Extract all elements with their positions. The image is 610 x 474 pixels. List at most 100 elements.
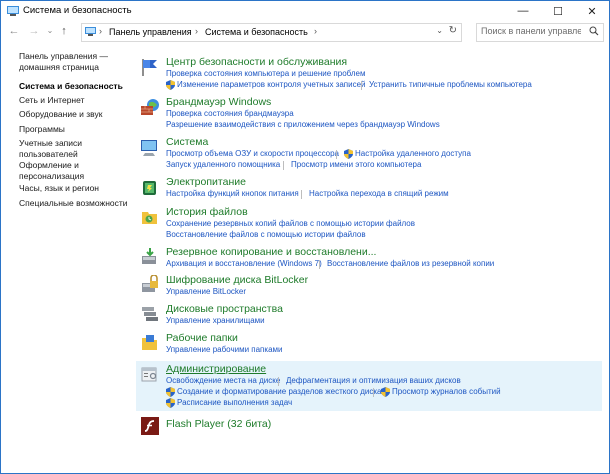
link-remote-access[interactable]: Настройка удаленного доступа [355,149,471,159]
nav-hardware-sound[interactable]: Оборудование и звук [19,109,102,120]
category-title[interactable]: Администрирование [166,363,266,375]
link-remote-assistance[interactable]: Запуск удаленного помощника [166,160,280,170]
power-icon [140,177,160,197]
category-administrative-tools[interactable]: Администрирование Освобождение места на … [136,361,602,411]
link-divider [373,388,374,397]
backup-icon [140,247,160,267]
link-divider [283,161,284,170]
link-file-restore[interactable]: Восстановление файлов с помощью истории … [166,230,366,240]
uac-shield-icon [166,387,175,397]
computer-icon [140,137,160,157]
link-allow-app[interactable]: Разрешение взаимодействия с приложением … [166,120,440,130]
control-panel-window: Система и безопасность — ☐ ✕ ← → ⌄ ↑ › П… [0,0,610,474]
category-power-options: Электропитание Настройка функций кнопок … [136,175,602,199]
link-manage-bitlocker[interactable]: Управление BitLocker [166,287,246,297]
title-bar: Система и безопасность — ☐ ✕ [1,1,609,21]
link-divider [361,81,362,90]
link-backup-win7[interactable]: Архивация и восстановление (Windows 7) [166,259,322,269]
work-folders-icon [140,333,160,353]
breadcrumb-control-panel[interactable]: Панель управления [109,27,192,37]
nav-appearance[interactable]: персонализация [19,171,84,182]
category-title[interactable]: Система [166,136,208,148]
uac-shield-icon [381,387,390,397]
link-manage-storage[interactable]: Управление хранилищами [166,316,265,326]
close-button[interactable]: ✕ [575,1,609,21]
category-title[interactable]: Центр безопасности и обслуживания [166,56,347,68]
category-file-history: История файлов Сохранение резервных копи… [136,205,602,241]
category-backup-restore: Резервное копирование и восстановлени...… [136,245,602,269]
category-bitlocker: Шифрование диска BitLocker Управление Bi… [136,273,602,297]
nav-clock-language-region[interactable]: Часы, язык и регион [19,183,99,194]
nav-appearance[interactable]: Оформление и [19,160,79,171]
nav-ease-of-access[interactable]: Специальные возможности [19,198,128,209]
forward-arrow-icon[interactable]: → [27,25,41,37]
breadcrumb-separator: › [99,26,102,36]
nav-user-accounts[interactable]: Учетные записи [19,138,82,149]
link-divider [319,260,320,269]
nav-control-panel-home[interactable]: Панель управления — [19,51,108,62]
nav-system-security[interactable]: Система и безопасность [19,81,123,92]
maximize-button[interactable]: ☐ [541,1,575,21]
search-box[interactable] [476,23,604,42]
control-panel-icon [7,6,19,16]
breadcrumb-system-security[interactable]: Система и безопасность [205,27,308,37]
link-ram-cpu[interactable]: Просмотр объема ОЗУ и скорости процессор… [166,149,339,159]
link-file-backup[interactable]: Сохранение резервных копий файлов с помо… [166,219,415,229]
nav-programs[interactable]: Программы [19,124,65,135]
nav-network-internet[interactable]: Сеть и Интернет [19,95,84,106]
link-troubleshoot[interactable]: Устранить типичные проблемы компьютера [369,80,532,90]
category-title[interactable]: Брандмауэр Windows [166,96,271,108]
link-divider [301,190,302,199]
link-sleep-settings[interactable]: Настройка перехода в спящий режим [309,189,449,199]
file-history-icon [140,207,160,227]
bitlocker-icon [140,274,160,295]
category-title[interactable]: Дисковые пространства [166,303,283,315]
address-dropdown-icon[interactable]: ⌄ [436,26,443,35]
admin-tools-icon [140,364,160,384]
category-title[interactable]: Резервное копирование и восстановлени... [166,246,376,258]
address-box[interactable]: › Панель управления › Система и безопасн… [81,23,462,42]
window-title: Система и безопасность [23,5,132,16]
uac-shield-icon [166,398,175,408]
category-title[interactable]: Рабочие папки [166,332,238,344]
link-divider [278,377,279,386]
refresh-icon[interactable]: ↻ [449,25,457,36]
flash-icon [140,416,160,436]
minimize-button[interactable]: — [506,1,540,21]
link-uac-settings[interactable]: Изменение параметров контроля учетных за… [177,80,366,90]
link-partitions[interactable]: Создание и форматирование разделов жестк… [177,387,381,397]
category-title[interactable]: История файлов [166,206,248,218]
up-arrow-icon[interactable]: ↑ [57,25,71,37]
link-firewall-status[interactable]: Проверка состояния брандмауэра [166,109,294,119]
nav-user-accounts[interactable]: пользователей [19,149,78,160]
category-title[interactable]: Flash Player (32 бита) [166,418,271,430]
category-storage-spaces: Дисковые пространства Управление хранили… [136,302,602,326]
link-manage-work-folders[interactable]: Управление рабочими папками [166,345,282,355]
link-restore-from-backup[interactable]: Восстановление файлов из резервной копии [327,259,494,269]
link-event-logs[interactable]: Просмотр журналов событий [392,387,501,397]
main-content: Центр безопасности и обслуживания Провер… [136,43,606,473]
category-windows-firewall: Брандмауэр Windows Проверка состояния бр… [136,95,602,131]
link-check-status[interactable]: Проверка состояния компьютера и решение … [166,69,365,79]
storage-spaces-icon [140,304,160,324]
link-divider [336,150,337,159]
category-work-folders: Рабочие папки Управление рабочими папкам… [136,331,602,355]
control-panel-small-icon [85,27,96,39]
category-title[interactable]: Шифрование диска BitLocker [166,274,308,286]
link-disk-cleanup[interactable]: Освобождение места на диске [166,376,280,386]
link-computer-name[interactable]: Просмотр имени этого компьютера [291,160,421,170]
category-security-maintenance: Центр безопасности и обслуживания Провер… [136,55,602,91]
breadcrumb-separator: › [195,26,198,36]
uac-shield-icon [166,80,175,90]
search-icon[interactable] [589,26,599,38]
category-title[interactable]: Электропитание [166,176,246,188]
search-input[interactable] [481,26,581,36]
flag-icon [140,57,160,77]
link-power-buttons[interactable]: Настройка функций кнопок питания [166,189,299,199]
back-arrow-icon[interactable]: ← [7,25,21,37]
link-task-scheduler[interactable]: Расписание выполнения задач [177,398,292,408]
breadcrumb-separator: › [314,26,317,36]
link-defragment[interactable]: Дефрагментация и оптимизация ваших диско… [286,376,461,386]
nav-control-panel-home[interactable]: домашняя страница [19,62,99,73]
recent-locations-chevron-icon[interactable]: ⌄ [43,26,57,35]
